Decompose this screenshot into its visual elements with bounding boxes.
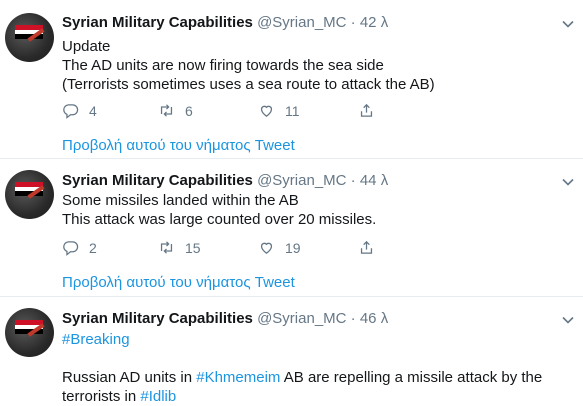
retweet-count: 15 bbox=[185, 239, 201, 256]
chevron-down-icon[interactable] bbox=[561, 17, 575, 31]
author-handle[interactable]: @Syrian_MC bbox=[257, 310, 346, 327]
tweet-text: #Breaking Russian AD units in #Khmemeim … bbox=[62, 331, 543, 405]
timestamp[interactable]: 44 λ bbox=[360, 172, 388, 189]
tweet-header: Syrian Military Capabilities @Syrian_MC … bbox=[62, 310, 388, 327]
tweet-header: Syrian Military Capabilities @Syrian_MC … bbox=[62, 14, 388, 31]
tweet-3[interactable]: Syrian Military Capabilities @Syrian_MC … bbox=[0, 297, 583, 405]
hashtag-breaking[interactable]: #Breaking bbox=[62, 331, 130, 348]
show-thread-link[interactable]: Προβολή αυτού του νήματος Tweet bbox=[62, 274, 295, 291]
reply-button[interactable]: 4 bbox=[62, 102, 97, 119]
share-icon bbox=[360, 240, 373, 254]
separator: · bbox=[350, 14, 356, 31]
retweet-count: 6 bbox=[185, 102, 193, 119]
hashtag-idlib[interactable]: #Idlib bbox=[140, 388, 176, 405]
avatar[interactable] bbox=[5, 308, 54, 357]
chevron-down-icon[interactable] bbox=[561, 175, 575, 189]
avatar[interactable] bbox=[5, 13, 54, 62]
author-name[interactable]: Syrian Military Capabilities bbox=[62, 14, 253, 31]
tweet-header: Syrian Military Capabilities @Syrian_MC … bbox=[62, 172, 388, 189]
tweet-1[interactable]: Syrian Military Capabilities @Syrian_MC … bbox=[0, 0, 583, 158]
like-icon bbox=[260, 105, 273, 117]
like-count: 19 bbox=[285, 239, 301, 256]
reply-icon bbox=[63, 241, 79, 256]
reply-count: 4 bbox=[89, 102, 97, 119]
tweet-text: Some missiles landed within the AB This … bbox=[62, 192, 377, 228]
reply-icon bbox=[63, 104, 79, 119]
avatar[interactable] bbox=[5, 170, 54, 219]
chevron-down-icon[interactable] bbox=[561, 313, 575, 327]
separator: · bbox=[350, 310, 356, 327]
reply-count: 2 bbox=[89, 239, 97, 256]
author-handle[interactable]: @Syrian_MC bbox=[257, 14, 346, 31]
show-thread-link[interactable]: Προβολή αυτού του νήματος Tweet bbox=[62, 137, 295, 154]
timestamp[interactable]: 42 λ bbox=[360, 14, 388, 31]
like-icon bbox=[260, 242, 273, 254]
retweet-button[interactable]: 15 bbox=[158, 239, 201, 256]
retweet-button[interactable]: 6 bbox=[158, 102, 193, 119]
hashtag-khmemeim[interactable]: #Khmemeim bbox=[196, 369, 280, 386]
share-button[interactable] bbox=[358, 102, 385, 119]
like-button[interactable]: 11 bbox=[258, 102, 300, 119]
timestamp[interactable]: 46 λ bbox=[360, 310, 388, 327]
tweet-2[interactable]: Syrian Military Capabilities @Syrian_MC … bbox=[0, 159, 583, 296]
author-name[interactable]: Syrian Military Capabilities bbox=[62, 172, 253, 189]
like-count: 11 bbox=[285, 102, 300, 119]
like-button[interactable]: 19 bbox=[258, 239, 301, 256]
share-button[interactable] bbox=[358, 239, 385, 256]
retweet-icon bbox=[160, 104, 173, 117]
author-name[interactable]: Syrian Military Capabilities bbox=[62, 310, 253, 327]
author-handle[interactable]: @Syrian_MC bbox=[257, 172, 346, 189]
share-icon bbox=[360, 103, 373, 117]
separator: · bbox=[350, 172, 356, 189]
retweet-icon bbox=[160, 241, 173, 254]
reply-button[interactable]: 2 bbox=[62, 239, 97, 256]
tweet-text: Update The AD units are now firing towar… bbox=[62, 38, 435, 93]
